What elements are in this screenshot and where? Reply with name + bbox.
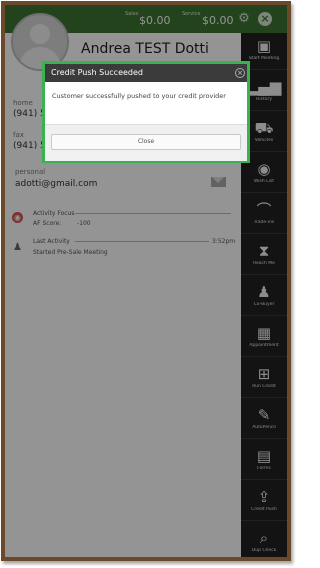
credit-push-dialog: Credit Push Succeeded × Customer success…: [42, 61, 250, 163]
close-icon[interactable]: ×: [235, 68, 245, 78]
dialog-message: Customer successfully pushed to your cre…: [52, 92, 226, 100]
dialog-header: Credit Push Succeeded ×: [45, 64, 247, 82]
app-window: Sales $0.00 Service $0.00 ⚙ × Andrea TES…: [1, 1, 291, 561]
dialog-title: Credit Push Succeeded: [51, 68, 144, 77]
dialog-footer: Close: [45, 124, 247, 161]
close-button[interactable]: Close: [51, 134, 241, 150]
